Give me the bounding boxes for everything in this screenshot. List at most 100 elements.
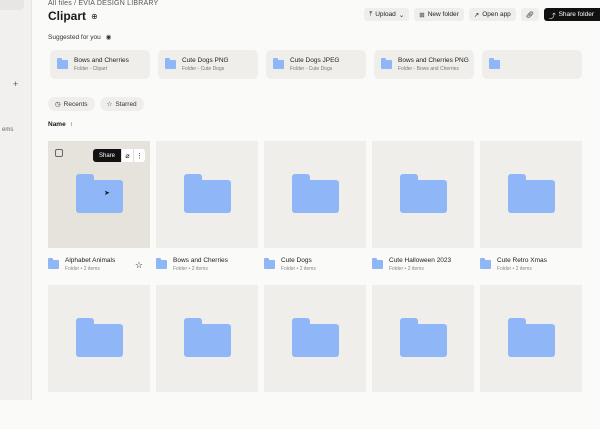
upload-button[interactable]: ⤒ Upload ⌄: [364, 8, 410, 21]
external-link-icon: ↗: [473, 11, 480, 19]
upload-label: Upload: [375, 11, 396, 18]
folder-meta: Cute Retro Xmas Folder • 2 items: [480, 248, 582, 272]
sort-label: Name: [48, 121, 66, 128]
folder-item[interactable]: [48, 285, 150, 429]
sidebar-item-active[interactable]: [0, 0, 24, 10]
sidebar: + ems: [0, 0, 32, 400]
card-subtitle: Folder - Clipart: [74, 66, 108, 72]
open-app-button[interactable]: ↗ Open app: [468, 8, 516, 21]
more-icon[interactable]: ⋮: [133, 149, 145, 162]
folder-subtitle: Folder • 2 items: [281, 266, 316, 272]
folder-icon: [156, 258, 167, 269]
card-title: Cute Dogs PNG: [182, 57, 229, 64]
starred-chip[interactable]: ☆ Starred: [99, 97, 144, 111]
sidebar-item-label[interactable]: ems: [2, 127, 13, 133]
folder-icon: [381, 58, 392, 69]
folder-name[interactable]: Cute Retro Xmas: [497, 257, 547, 264]
folder-icon: [480, 258, 491, 269]
suggested-card[interactable]: [482, 50, 582, 79]
folder-subtitle: Folder • 2 items: [389, 266, 424, 272]
folder-thumbnail[interactable]: [372, 141, 474, 248]
star-icon[interactable]: ☆: [135, 260, 143, 271]
folder-thumbnail[interactable]: [156, 141, 258, 248]
link-icon[interactable]: ⌀: [121, 149, 133, 162]
folder-item[interactable]: Cute Dogs Folder • 2 items: [264, 141, 366, 285]
hover-actions: Share ⌀ ⋮: [92, 149, 145, 162]
folder-icon: [165, 58, 176, 69]
clock-icon: ◷: [55, 101, 61, 108]
suggested-label: Suggested for you: [48, 33, 101, 41]
upload-icon: ⤒: [369, 10, 373, 18]
card-subtitle: Folder - Bows and Cherries: [398, 66, 459, 72]
chevron-down-icon: ⌄: [398, 11, 405, 19]
folder-icon: [183, 174, 231, 213]
folder-item[interactable]: [264, 285, 366, 429]
arrow-up-icon: ↑: [69, 121, 73, 128]
folder-subtitle: Folder • 2 items: [65, 266, 100, 272]
suggested-card[interactable]: Bows and Cherries PNG Folder - Bows and C…: [374, 50, 474, 79]
share-folder-button[interactable]: ⤴ Share folder: [544, 8, 600, 21]
folder-meta: Cute Dogs Folder • 2 items: [264, 248, 366, 272]
folder-icon: [48, 258, 59, 269]
folder-name[interactable]: Cute Dogs: [281, 257, 316, 264]
breadcrumb[interactable]: All files / EVIA DESIGN LIBRARY: [48, 0, 158, 8]
folder-icon: [273, 58, 284, 69]
card-title: Bows and Cherries PNG: [398, 57, 469, 64]
folder-icon: [489, 58, 500, 69]
link-icon: 🔗︎: [525, 11, 535, 19]
folder-icon: [75, 174, 123, 213]
folder-subtitle: Folder • 2 items: [173, 266, 208, 272]
folder-name[interactable]: Bows and Cherries: [173, 257, 228, 264]
folder-thumbnail[interactable]: [48, 285, 150, 392]
folder-icon: [75, 318, 123, 357]
new-folder-icon: ⊞: [419, 11, 425, 19]
folder-grid: Share ⌀ ⋮ ➤ Alphabet Animals Folder • 2 ite…: [48, 141, 582, 429]
add-button[interactable]: +: [13, 79, 18, 89]
new-folder-button[interactable]: ⊞ New folder: [414, 8, 464, 21]
folder-name[interactable]: Cute Halloween 2023: [389, 257, 451, 264]
folder-icon: [507, 174, 555, 213]
suggested-card[interactable]: Cute Dogs PNG Folder - Cute Dogs: [158, 50, 258, 79]
copy-link-button[interactable]: 🔗︎: [520, 8, 540, 21]
sort-by-name[interactable]: Name ↑: [48, 121, 73, 128]
filter-chips: ◷ Recents ☆ Starred: [48, 97, 144, 111]
eye-icon[interactable]: ◉: [106, 33, 112, 41]
folder-thumbnail[interactable]: [480, 141, 582, 248]
folder-icon: [372, 258, 383, 269]
folder-thumbnail[interactable]: [372, 285, 474, 392]
card-title: Cute Dogs JPEG: [290, 57, 340, 64]
folder-thumbnail[interactable]: [264, 141, 366, 248]
folder-item[interactable]: Cute Halloween 2023 Folder • 2 items: [372, 141, 474, 285]
page-title: Clipart ⊕: [48, 9, 98, 23]
starred-label: Starred: [115, 100, 137, 108]
folder-item[interactable]: [156, 285, 258, 429]
recents-label: Recents: [63, 100, 88, 108]
folder-name[interactable]: Alphabet Animals: [65, 257, 115, 264]
folder-thumbnail[interactable]: Share ⌀ ⋮ ➤: [48, 141, 150, 248]
share-folder-label: Share folder: [558, 11, 594, 18]
folder-item[interactable]: Bows and Cherries Folder • 2 items: [156, 141, 258, 285]
globe-icon[interactable]: ⊕: [91, 12, 98, 21]
folder-thumbnail[interactable]: [480, 285, 582, 392]
card-title: Bows and Cherries: [74, 57, 129, 64]
folder-item[interactable]: Cute Retro Xmas Folder • 2 items: [480, 141, 582, 285]
open-app-label: Open app: [482, 11, 511, 18]
folder-item[interactable]: [372, 285, 474, 429]
suggested-list: Bows and Cherries Folder - Clipart Cute D…: [50, 50, 582, 79]
recents-chip[interactable]: ◷ Recents: [48, 97, 95, 111]
select-checkbox[interactable]: [55, 149, 63, 157]
folder-item[interactable]: [480, 285, 582, 429]
folder-icon: [264, 258, 275, 269]
suggested-card[interactable]: Cute Dogs JPEG Folder - Cute Dogs: [266, 50, 366, 79]
folder-icon: [57, 58, 68, 69]
share-button[interactable]: Share: [92, 149, 121, 162]
folder-thumbnail[interactable]: [156, 285, 258, 392]
folder-item[interactable]: Share ⌀ ⋮ ➤ Alphabet Animals Folder • 2 ite…: [48, 141, 150, 285]
folder-meta: Cute Halloween 2023 Folder • 2 items: [372, 248, 474, 272]
suggested-card[interactable]: Bows and Cherries Folder - Clipart: [50, 50, 150, 79]
folder-thumbnail[interactable]: [264, 285, 366, 392]
star-icon: ☆: [106, 101, 113, 108]
cursor-icon: ➤: [104, 190, 110, 197]
card-subtitle: Folder - Cute Dogs: [182, 66, 225, 72]
folder-icon: [291, 318, 339, 357]
